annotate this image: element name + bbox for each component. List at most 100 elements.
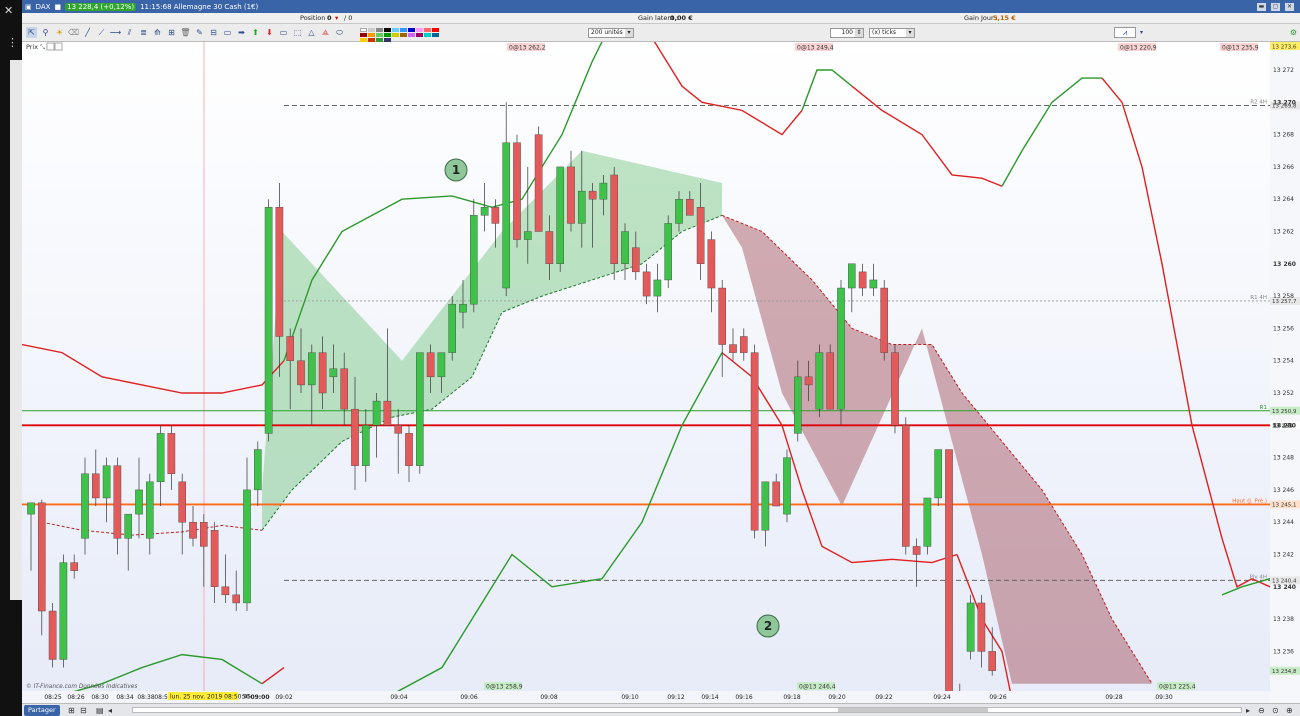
info-icon[interactable]: ■ <box>54 3 61 11</box>
scroll-left-icon[interactable]: ◂ <box>108 706 112 715</box>
gann-icon[interactable]: ⊞ <box>166 27 177 38</box>
candle-body[interactable] <box>815 352 824 410</box>
candle-body[interactable] <box>416 352 424 466</box>
candle-body[interactable] <box>567 166 575 224</box>
candle-body[interactable] <box>81 473 89 539</box>
candle-body[interactable] <box>772 481 780 507</box>
candle-body[interactable] <box>880 287 888 353</box>
trash-icon[interactable]: 🗑 <box>180 27 191 38</box>
ticks-value-input[interactable]: 100 ⇕ <box>830 28 864 38</box>
candle-body[interactable] <box>664 223 672 281</box>
candle-body[interactable] <box>891 352 899 426</box>
candle-body[interactable] <box>599 182 608 200</box>
candle-body[interactable] <box>502 142 511 289</box>
candle-body[interactable] <box>448 303 457 353</box>
close-window-icon[interactable]: ✕ <box>1285 2 1294 11</box>
candle-body[interactable] <box>243 489 251 604</box>
candle-body[interactable] <box>189 522 197 539</box>
layout-icon[interactable]: ⊟ <box>80 706 87 715</box>
ray-icon[interactable]: ⟋ <box>96 27 107 38</box>
more-icon[interactable]: ⋮ <box>7 36 18 49</box>
arrow-up-icon[interactable]: ⬆ <box>250 27 261 38</box>
ellipse-icon[interactable]: ⬭ <box>334 27 345 38</box>
candle-body[interactable] <box>383 400 392 426</box>
indicator-icon[interactable]: ⩘ <box>1114 27 1136 38</box>
candle-body[interactable] <box>135 489 143 515</box>
candle-body[interactable] <box>70 562 78 571</box>
grid-icon[interactable]: ⊞ <box>68 706 75 715</box>
candle-body[interactable] <box>362 425 370 466</box>
scrollbar-thumb[interactable] <box>838 708 988 712</box>
candle-body[interactable] <box>740 336 748 353</box>
fibonacci-icon[interactable]: ≣ <box>138 27 149 38</box>
candle-body[interactable] <box>578 190 586 224</box>
eraser-icon[interactable]: ⌫ <box>68 27 79 38</box>
pencil-icon[interactable]: ✎ <box>194 27 205 38</box>
candle-body[interactable] <box>318 352 327 394</box>
candle-body[interactable] <box>372 400 381 426</box>
candle-body[interactable] <box>729 344 737 353</box>
candle-body[interactable] <box>102 465 111 499</box>
candle-body[interactable] <box>264 207 273 434</box>
candle-body[interactable] <box>178 481 187 523</box>
candle-body[interactable] <box>653 279 662 297</box>
color-palette[interactable] <box>360 28 444 42</box>
candle-body[interactable] <box>588 190 597 200</box>
candle-body[interactable] <box>145 481 154 539</box>
candle-body[interactable] <box>156 433 165 483</box>
candle-body[interactable] <box>934 449 942 499</box>
candle-body[interactable] <box>470 215 478 305</box>
candle-body[interactable] <box>858 271 867 289</box>
candle-body[interactable] <box>297 360 305 386</box>
text-icon[interactable]: ▭ <box>222 27 233 38</box>
price-chart[interactable]: 1 2 0@13 262,2 0@13 249,4 0@13 220,9 0@13 235… <box>22 42 1300 703</box>
candle-body[interactable] <box>945 449 953 692</box>
candle-body[interactable] <box>912 546 921 555</box>
candle-body[interactable] <box>426 352 435 378</box>
minimize-icon[interactable]: ▬ <box>1257 2 1266 11</box>
candle-body[interactable] <box>275 207 284 337</box>
candle-body[interactable] <box>210 530 219 587</box>
candle-body[interactable] <box>394 425 403 434</box>
candle-body[interactable] <box>966 602 975 652</box>
candle-body[interactable] <box>686 198 694 216</box>
candle-body[interactable] <box>253 449 262 491</box>
candle-body[interactable] <box>696 207 705 264</box>
close-icon[interactable]: ✕ <box>4 4 13 17</box>
candle-body[interactable] <box>804 376 813 386</box>
candle-body[interactable] <box>545 231 554 264</box>
candle-body[interactable] <box>902 425 910 547</box>
candle-body[interactable] <box>38 502 46 612</box>
zoom-out-icon[interactable]: ⊖ <box>1258 706 1265 715</box>
ticks-select[interactable]: (x) ticks ▾ <box>869 28 915 38</box>
chart-tab-prix[interactable]: Prix <box>26 43 38 51</box>
candle-body[interactable] <box>59 562 68 660</box>
candle-body[interactable] <box>837 287 845 410</box>
zoom-fit-icon[interactable]: ⊙ <box>1272 706 1279 715</box>
candle-body[interactable] <box>675 198 683 224</box>
candle-body[interactable] <box>988 651 996 671</box>
candle-body[interactable] <box>221 586 230 596</box>
candle-body[interactable] <box>642 271 651 297</box>
candle-body[interactable] <box>718 287 726 345</box>
zoom-icon[interactable]: ⚲ <box>40 27 51 38</box>
trend-icon[interactable]: ⟰ <box>152 27 163 38</box>
candle-body[interactable] <box>329 368 338 378</box>
rectangle-icon[interactable]: ▭ <box>278 27 289 38</box>
candle-body[interactable] <box>750 352 759 531</box>
arrow-down-icon[interactable]: ⬇ <box>264 27 275 38</box>
candle-body[interactable] <box>513 142 521 240</box>
candle-body[interactable] <box>340 368 349 410</box>
candle-body[interactable] <box>167 433 176 474</box>
candle-body[interactable] <box>351 408 359 466</box>
candle-body[interactable] <box>534 134 543 232</box>
candle-body[interactable] <box>783 457 791 515</box>
candle-body[interactable] <box>232 594 241 604</box>
chart-settings-icon[interactable]: ⚙ <box>1288 27 1299 38</box>
candle-body[interactable] <box>621 231 629 264</box>
units-select[interactable]: 200 unités ▾ <box>588 28 634 38</box>
candle-body[interactable] <box>826 352 834 410</box>
candle-body[interactable] <box>491 207 500 224</box>
candle-body[interactable] <box>794 376 802 434</box>
tab-close-icon[interactable] <box>54 42 63 51</box>
